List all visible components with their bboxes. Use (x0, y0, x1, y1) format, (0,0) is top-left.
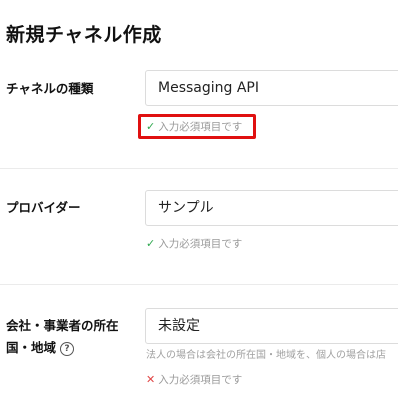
page-title: 新規チャネル作成 (6, 24, 162, 46)
error-icon: ✕ (146, 373, 156, 386)
divider (0, 284, 398, 285)
check-icon: ✓ (146, 237, 156, 250)
channel-type-label: チャネルの種類 (6, 81, 94, 96)
country-label-line1: 会社・事業者の所在 (6, 318, 119, 333)
country-validation: ✕ 入力必須項目です (146, 373, 242, 387)
channel-type-field[interactable]: Messaging API (145, 70, 398, 106)
country-region-field[interactable]: 未設定 (145, 308, 398, 344)
provider-label: プロバイダー (6, 200, 81, 215)
divider (0, 168, 398, 169)
country-label-line2: 国・地域 (6, 340, 57, 355)
country-hint: 法人の場合は会社の所在国・地域を、個人の場合は店 (146, 350, 386, 361)
provider-field[interactable]: サンプル (145, 190, 398, 226)
help-icon[interactable]: ? (60, 342, 75, 356)
country-label: 国・地域? (6, 337, 75, 359)
highlight-box (138, 114, 256, 139)
provider-validation: ✓ 入力必須項目です (146, 237, 242, 251)
country-label: 会社・事業者の所在 (6, 315, 119, 337)
provider-validation-text: 入力必須項目です (158, 238, 243, 250)
country-validation-text: 入力必須項目です (158, 374, 243, 386)
